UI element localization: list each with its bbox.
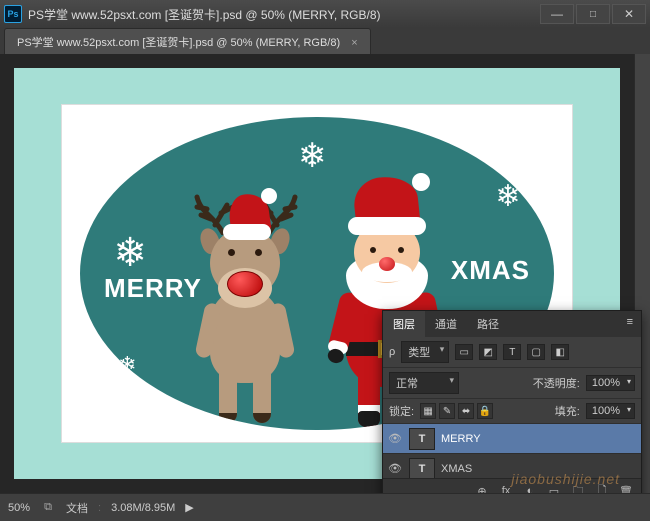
- lock-transparency-icon[interactable]: ▦: [420, 403, 436, 419]
- minimize-button[interactable]: —: [540, 4, 574, 24]
- close-button[interactable]: ✕: [612, 4, 646, 24]
- layers-panel[interactable]: 图层 通道 路径 ≡ ρ 类型 ▭ ◩ T ▢ ◧ 正常 不透明度: 100% …: [382, 310, 642, 504]
- statusbar: 50% ⧉ 文档 : 3.08M/8.95M ▶: [0, 493, 650, 521]
- layer-row[interactable]: 👁 T MERRY: [383, 424, 641, 454]
- layer-thumb-text-icon: T: [409, 458, 435, 479]
- document-tab[interactable]: PS学堂 www.52psxt.com [圣诞贺卡].psd @ 50% (ME…: [4, 28, 371, 54]
- filter-smart-icon[interactable]: ◧: [551, 344, 569, 360]
- search-icon[interactable]: ρ: [389, 346, 395, 358]
- filter-shape-icon[interactable]: ▢: [527, 344, 545, 360]
- filter-type-select[interactable]: 类型: [401, 341, 449, 363]
- fill-label: 填充:: [555, 403, 580, 419]
- snowflake-icon: ❄: [118, 352, 136, 378]
- doc-label: 文档: [66, 500, 88, 516]
- blend-mode-select[interactable]: 正常: [389, 372, 459, 394]
- panel-menu-icon[interactable]: ≡: [619, 311, 641, 337]
- blend-row: 正常 不透明度: 100%: [383, 368, 641, 399]
- opacity-label: 不透明度:: [533, 375, 580, 391]
- status-handle-icon[interactable]: ⧉: [40, 500, 56, 516]
- layer-name[interactable]: MERRY: [441, 433, 481, 445]
- zoom-value[interactable]: 50%: [8, 502, 30, 514]
- document-tab-label: PS学堂 www.52psxt.com [圣诞贺卡].psd @ 50% (ME…: [17, 37, 340, 49]
- ps-app-icon: Ps: [4, 5, 22, 23]
- snowflake-icon: ❄: [495, 179, 520, 214]
- lock-row: 锁定: ▦ ✎ ⬌ 🔒 填充: 100%: [383, 399, 641, 424]
- layer-thumb-text-icon: T: [409, 428, 435, 450]
- tab-channels[interactable]: 通道: [425, 311, 467, 337]
- lock-all-icon[interactable]: 🔒: [477, 403, 493, 419]
- status-flyout-icon[interactable]: ▶: [185, 501, 193, 514]
- panel-tabs: 图层 通道 路径 ≡: [383, 311, 641, 337]
- filter-pixel-icon[interactable]: ▭: [455, 344, 473, 360]
- doc-size: 3.08M/8.95M: [111, 502, 175, 514]
- snowflake-icon: ❄: [113, 230, 147, 276]
- visibility-icon[interactable]: 👁: [387, 432, 403, 445]
- window-title: PS学堂 www.52psxt.com [圣诞贺卡].psd @ 50% (ME…: [28, 6, 381, 23]
- lock-label: 锁定:: [389, 403, 414, 419]
- xmas-text: XMAS: [451, 255, 530, 286]
- layer-name[interactable]: XMAS: [441, 463, 472, 475]
- photoshop-window: Ps PS学堂 www.52psxt.com [圣诞贺卡].psd @ 50% …: [0, 0, 650, 521]
- tab-layers[interactable]: 图层: [383, 311, 425, 337]
- titlebar[interactable]: Ps PS学堂 www.52psxt.com [圣诞贺卡].psd @ 50% …: [0, 0, 650, 28]
- visibility-icon[interactable]: 👁: [387, 462, 403, 475]
- layer-list[interactable]: 👁 T MERRY 👁 T XMAS 👁 形状 1: [383, 424, 641, 478]
- layer-row[interactable]: 👁 T XMAS: [383, 454, 641, 478]
- maximize-button[interactable]: □: [576, 4, 610, 24]
- tab-close-icon[interactable]: ×: [351, 37, 357, 49]
- lock-pixels-icon[interactable]: ✎: [439, 403, 455, 419]
- reindeer-illustration: [175, 173, 315, 430]
- fill-input[interactable]: 100%: [586, 403, 635, 419]
- filter-type-icon[interactable]: T: [503, 344, 521, 360]
- opacity-input[interactable]: 100%: [586, 375, 635, 391]
- lock-position-icon[interactable]: ⬌: [458, 403, 474, 419]
- tab-paths[interactable]: 路径: [467, 311, 509, 337]
- santa-hat-icon: [223, 188, 277, 242]
- layer-filter-row: ρ 类型 ▭ ◩ T ▢ ◧: [383, 337, 641, 368]
- filter-adjust-icon[interactable]: ◩: [479, 344, 497, 360]
- document-tabbar: PS学堂 www.52psxt.com [圣诞贺卡].psd @ 50% (ME…: [0, 28, 650, 54]
